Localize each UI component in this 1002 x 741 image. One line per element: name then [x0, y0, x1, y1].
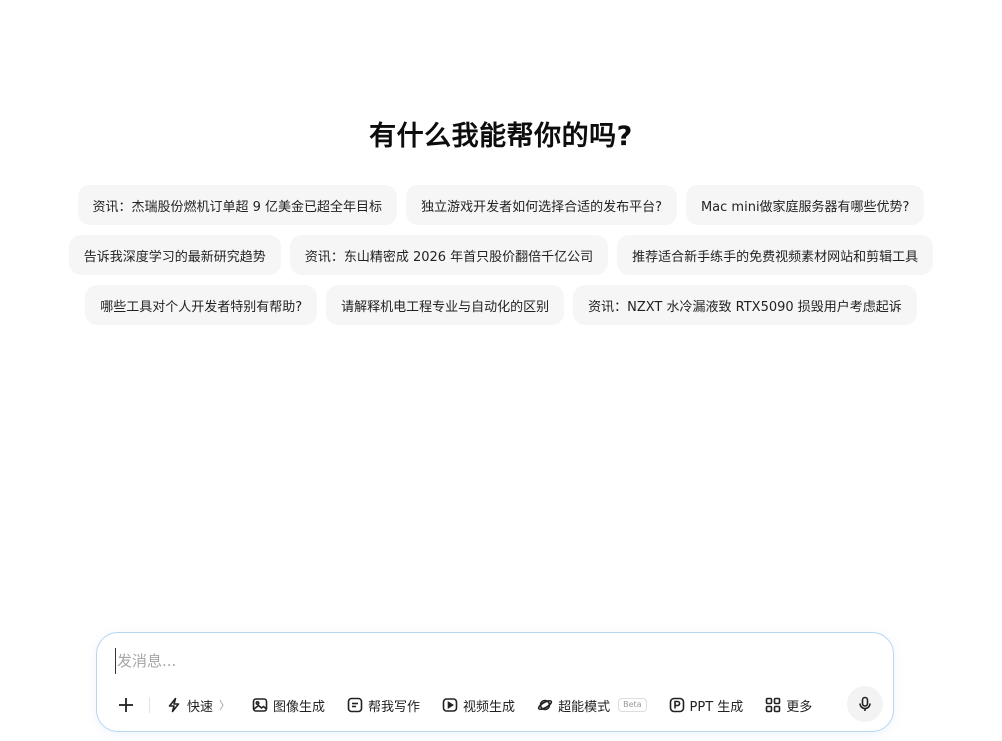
composer-toolbar: 快速 〉 图像生成 帮我写作 视频生成 超能模式 Beta PPT 生成 更多 — [111, 690, 834, 720]
video-generation-button[interactable]: 视频生成 — [442, 690, 515, 720]
play-icon — [442, 698, 458, 712]
ppt-icon — [669, 697, 684, 713]
plus-icon — [119, 698, 133, 712]
writing-assistant-button[interactable]: 帮我写作 — [347, 690, 420, 720]
suggestion-chip[interactable]: 推荐适合新手练手的免费视频素材网站和剪辑工具 — [617, 235, 934, 275]
suggestion-chip[interactable]: 资讯：杰瑞股份燃机订单超 9 亿美金已超全年目标 — [77, 185, 398, 225]
toolbar-divider — [149, 697, 150, 713]
suggestion-row: 哪些工具对个人开发者特别有帮助? 请解释机电工程专业与自动化的区别 资讯：NZX… — [85, 285, 917, 325]
quick-mode-label: 快速 — [187, 699, 214, 715]
edit-icon — [347, 697, 363, 713]
more-tools-button[interactable]: 更多 — [765, 690, 812, 720]
ppt-generation-label: PPT 生成 — [689, 699, 744, 715]
suggestion-chip[interactable]: Mac mini做家庭服务器有哪些优势? — [685, 185, 925, 225]
ppt-generation-button[interactable]: PPT 生成 — [669, 690, 744, 720]
image-generation-button[interactable]: 图像生成 — [252, 690, 325, 720]
message-input[interactable] — [115, 648, 855, 674]
more-tools-label: 更多 — [786, 699, 813, 715]
super-mode-button[interactable]: 超能模式 Beta — [537, 690, 647, 720]
lightning-icon — [168, 697, 180, 713]
microphone-icon — [859, 696, 871, 711]
voice-input-button[interactable] — [847, 686, 883, 722]
message-composer: 快速 〉 图像生成 帮我写作 — [96, 632, 894, 732]
chevron-right-icon: 〉 — [219, 699, 231, 712]
super-mode-label: 超能模式 — [558, 699, 611, 715]
suggestion-list: 资讯：杰瑞股份燃机订单超 9 亿美金已超全年目标 独立游戏开发者如何选择合适的发… — [0, 185, 1002, 325]
beta-badge: Beta — [618, 698, 647, 712]
writing-assistant-label: 帮我写作 — [368, 699, 421, 715]
suggestion-chip[interactable]: 独立游戏开发者如何选择合适的发布平台? — [406, 185, 677, 225]
page: 有什么我能帮你的吗? 资讯：杰瑞股份燃机订单超 9 亿美金已超全年目标 独立游戏… — [0, 0, 1002, 741]
page-title: 有什么我能帮你的吗? — [369, 121, 633, 152]
suggestion-row: 告诉我深度学习的最新研究趋势 资讯：东山精密成 2026 年首只股价翻倍千亿公司… — [68, 235, 934, 275]
suggestion-chip[interactable]: 哪些工具对个人开发者特别有帮助? — [85, 285, 318, 325]
grid-icon — [765, 697, 781, 713]
planet-icon — [537, 699, 553, 711]
suggestion-chip[interactable]: 资讯：NZXT 水冷漏液致 RTX5090 损毁用户考虑起诉 — [573, 285, 917, 325]
add-attachment-button[interactable] — [111, 690, 141, 720]
suggestion-chip[interactable]: 资讯：东山精密成 2026 年首只股价翻倍千亿公司 — [289, 235, 609, 275]
image-generation-label: 图像生成 — [273, 699, 326, 715]
suggestion-chip[interactable]: 告诉我深度学习的最新研究趋势 — [68, 235, 281, 275]
suggestion-row: 资讯：杰瑞股份燃机订单超 9 亿美金已超全年目标 独立游戏开发者如何选择合适的发… — [77, 185, 925, 225]
quick-mode-button[interactable]: 快速 〉 — [166, 690, 230, 720]
suggestion-chip[interactable]: 请解释机电工程专业与自动化的区别 — [326, 285, 565, 325]
video-generation-label: 视频生成 — [463, 699, 516, 715]
image-icon — [252, 698, 268, 712]
